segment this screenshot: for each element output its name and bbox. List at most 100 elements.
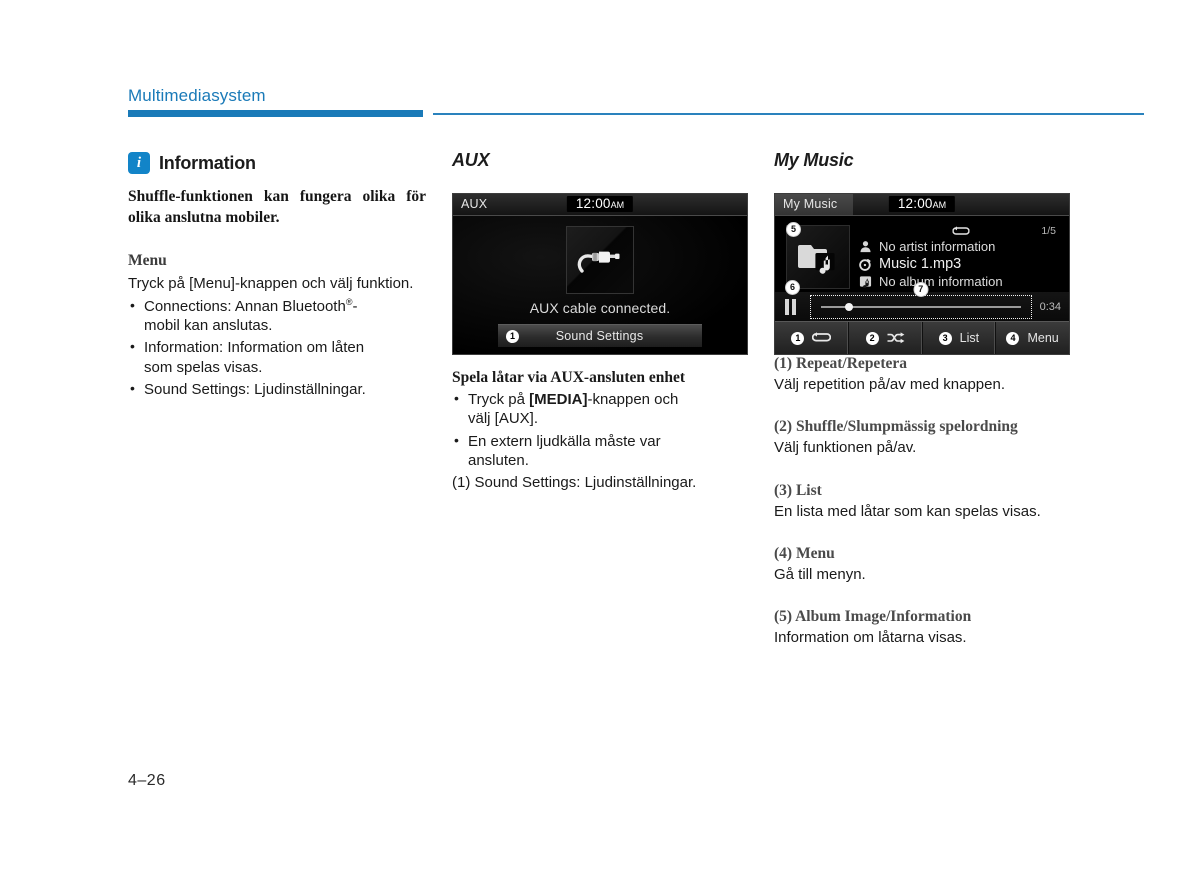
sound-settings-button[interactable]: 1 Sound Settings: [498, 324, 702, 347]
list-item: Connections: Annan Bluetooth®- mobil kan…: [128, 296, 428, 336]
legend-heading: (1) Repeat/Repetera: [774, 355, 907, 372]
repeat-icon: [812, 332, 832, 342]
legend-heading: (2) Shuffle/Slumpmässig spelordning: [774, 418, 1018, 436]
seek-thumb[interactable]: [844, 303, 853, 311]
callout-number-3: 3: [938, 331, 952, 345]
shuffle-icon: [887, 331, 905, 343]
folder-music-icon: [798, 245, 835, 274]
album-icon: [859, 276, 872, 288]
bullet-line-2: mobil kan anslutas.: [144, 316, 273, 334]
right-column: My Music My Music 12:00AM 5 1/5 No artis…: [774, 150, 1074, 672]
callout-number-5: 5: [786, 222, 801, 237]
page-header: Multimediasystem: [128, 86, 1144, 117]
aux-caption-text: AUX cable connected.: [529, 300, 671, 316]
softkey-repeat[interactable]: 1: [775, 322, 849, 354]
softkey-list[interactable]: 3 List: [923, 322, 997, 354]
registered-mark: ®: [345, 296, 353, 307]
legend-item-4: (4) Menu Gå till menyn.: [774, 545, 1074, 584]
playback-progress-row: 6 7 0:34: [775, 280, 1069, 322]
chapter-title: Multimediasystem: [128, 86, 266, 105]
my-music-screen-body: 5 1/5 No artist information Music 1.mp3 …: [775, 216, 1069, 354]
bullet-line-2: som spelas visas.: [144, 358, 263, 376]
legend-body: Information om låtarna visas.: [774, 629, 967, 647]
my-music-screen-illustration: My Music 12:00AM 5 1/5 No artist informa…: [774, 193, 1070, 355]
softkey-menu[interactable]: 4 Menu: [996, 322, 1069, 354]
my-music-screen-title: My Music: [783, 197, 838, 211]
aux-bullet-list: Tryck på [MEDIA]-knappen och välj [AUX].…: [452, 389, 752, 471]
legend-body: Gå till menyn.: [774, 566, 866, 584]
section-title-aux: AUX: [452, 150, 490, 170]
bullet-line-1: Information: Information om låten: [144, 339, 365, 357]
softkey-bar: 1 2 3 List 4 Menu: [775, 321, 1069, 354]
menu-subheading: Menu: [128, 252, 167, 270]
sound-settings-label: Sound Settings: [555, 329, 644, 343]
artist-icon: [860, 241, 871, 253]
seek-bar[interactable]: 7: [810, 282, 1032, 319]
legend-heading: (4) Menu: [774, 545, 835, 563]
repeat-icon-svg: [952, 226, 970, 235]
my-music-screen-clock: 12:00AM: [888, 196, 956, 212]
callout-number-6: 6: [785, 280, 800, 295]
callout-number-4: 4: [1006, 331, 1020, 345]
aux-plug-icon-svg: [577, 251, 620, 273]
callout-number-2: 2: [865, 331, 879, 345]
list-item: Information: Information om låten som sp…: [128, 337, 428, 377]
aux-screen-clock: 12:00AM: [566, 196, 634, 212]
seek-track[interactable]: [821, 303, 1021, 311]
list-item: En extern ljudkälla måste var ansluten.: [452, 431, 752, 471]
list-item: Tryck på [MEDIA]-knappen och välj [AUX].: [452, 389, 752, 429]
info-icon: i: [128, 152, 150, 174]
legend-item-2: (2) Shuffle/Slumpmässig spelordning Välj…: [774, 418, 1074, 457]
aux-screen-body: AUX cable connected. 1 Sound Settings: [453, 216, 747, 354]
track-count-indicator: 1/5: [1041, 225, 1056, 237]
artist-text: No artist information: [879, 239, 996, 254]
menu-intro-text: Tryck på [Menu]-knappen och välj funktio…: [128, 275, 414, 293]
my-music-screen-titlebar: My Music 12:00AM: [775, 194, 1069, 216]
aux-screen-illustration: AUX 12:00AM AUX cable connected. 1 Sound…: [452, 193, 748, 355]
bullet-post: -knappen och: [587, 391, 679, 408]
legend-item-3: (3) List En lista med låtar som kan spel…: [774, 482, 1074, 521]
page-number: 4–26: [128, 772, 166, 789]
information-callout-header: i Information: [128, 150, 428, 176]
clock-ampm: AM: [610, 200, 625, 210]
softkey-menu-label: Menu: [1027, 331, 1059, 345]
legend-body: Välj funktionen på/av.: [774, 439, 917, 457]
track-info-panel: 1/5 No artist information Music 1.mp3 No…: [859, 224, 1063, 289]
header-rule-thick: [128, 110, 423, 117]
callout-number-1: 1: [506, 329, 519, 343]
aux-plug-icon: [566, 226, 634, 294]
legend-item-1: (1) Repeat/Repetera Välj repetition på/a…: [774, 355, 1074, 394]
clock-time: 12:00: [575, 196, 611, 211]
bullet-line-2: välj [AUX].: [468, 410, 539, 428]
legend-body: Välj repetition på/av med knappen.: [774, 376, 1005, 393]
legend-item-5: (5) Album Image/Information Information …: [774, 608, 1074, 647]
bullet-line-1: Connections: Annan Bluetooth®-: [144, 296, 358, 315]
legend-heading: (3) List: [774, 481, 822, 499]
album-row: No album information: [859, 274, 1063, 289]
left-column: i Information Shuffle-funktionen kan fun…: [128, 150, 428, 399]
bullet-line-1: En extern ljudkälla måste var: [468, 432, 661, 450]
media-key-label: [MEDIA]: [529, 391, 588, 408]
header-rule-thin: [433, 113, 1144, 115]
elapsed-time: 0:34: [1039, 301, 1061, 313]
menu-bullet-list: Connections: Annan Bluetooth®- mobil kan…: [128, 296, 428, 400]
aux-screen-titlebar: AUX 12:00AM: [453, 194, 747, 216]
repeat-icon: [952, 224, 970, 242]
section-title-my-music: My Music: [774, 150, 854, 170]
information-callout-title: Information: [159, 152, 256, 173]
aux-legend-text: (1) Sound Settings: Ljudinställningar.: [452, 474, 697, 492]
bullet-pre: Tryck på: [468, 391, 530, 408]
bullet-line-1: Sound Settings: Ljudinställningar.: [144, 380, 366, 398]
aux-caption-heading: Spela låtar via AUX-ansluten enhet: [452, 369, 686, 386]
bullet-line-2: ansluten.: [468, 452, 529, 470]
clock-time: 12:00: [897, 196, 933, 211]
list-item: Sound Settings: Ljudinställningar.: [128, 379, 428, 399]
softkey-shuffle[interactable]: 2: [849, 322, 923, 354]
callout-number-7: 7: [913, 282, 929, 297]
pause-icon[interactable]: [785, 299, 798, 315]
album-text: No album information: [879, 274, 1003, 289]
callout-number-1: 1: [791, 331, 805, 345]
disc-icon: [859, 258, 871, 271]
title-text: Music 1.mp3: [879, 256, 962, 272]
bullet-line-1: Tryck på [MEDIA]-knappen och: [468, 391, 678, 408]
